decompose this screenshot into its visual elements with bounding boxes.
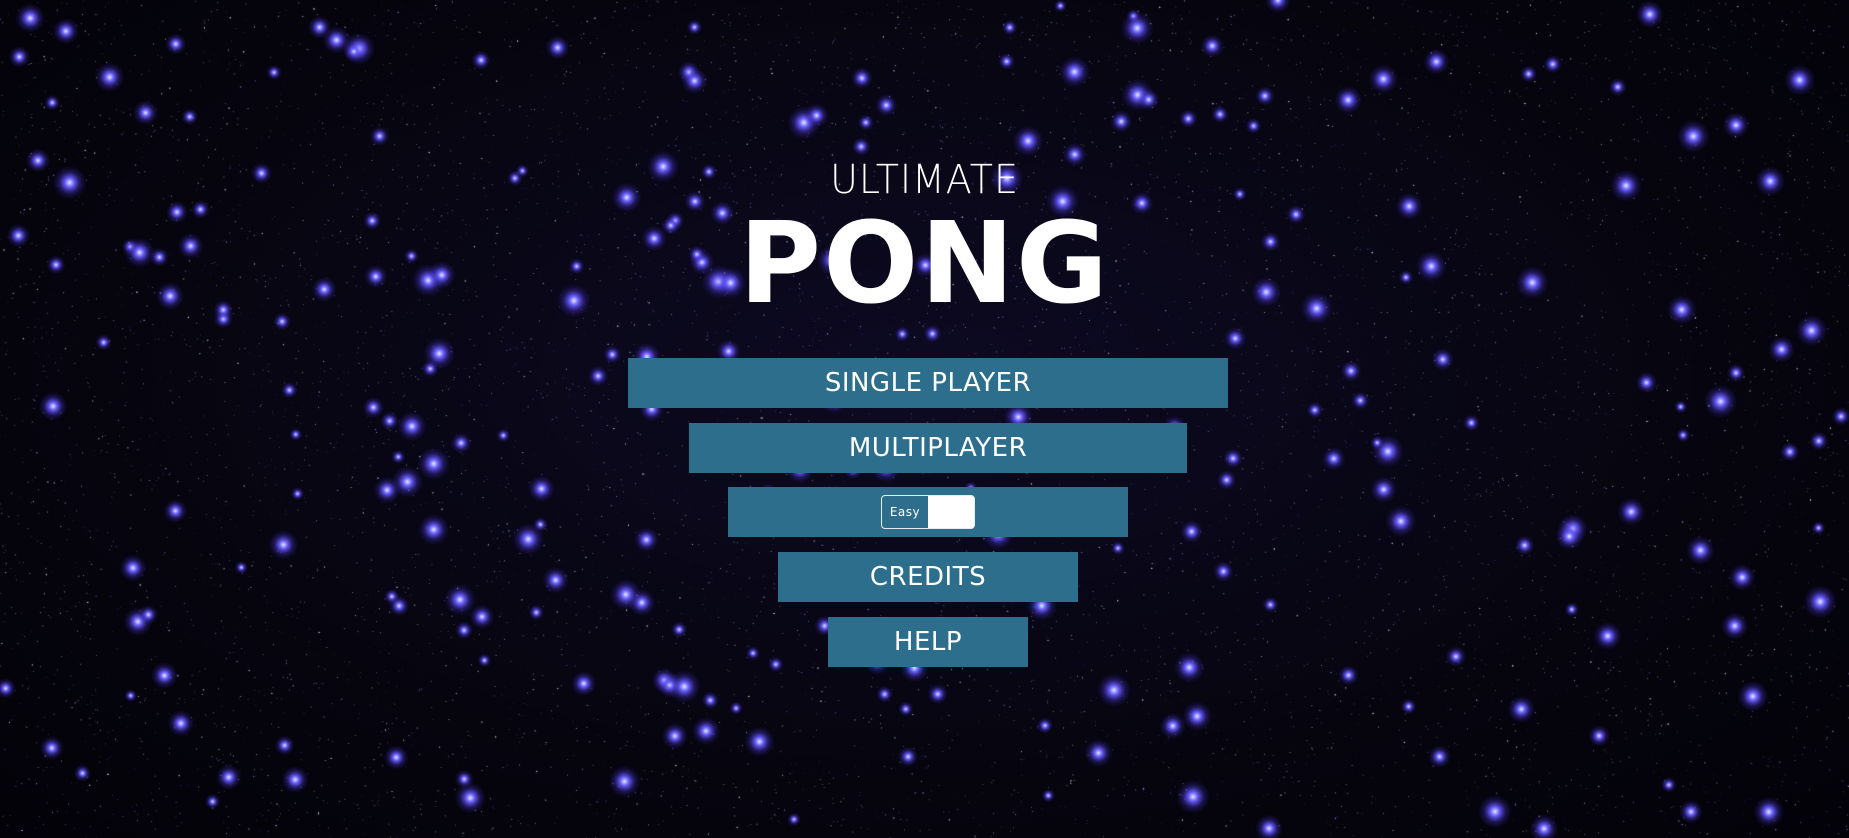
logo-pong: PONG xyxy=(739,199,1110,329)
difficulty-label: Easy xyxy=(889,505,921,519)
difficulty-panel: Easy xyxy=(728,487,1128,537)
logo-ultimate: ULTIMATE xyxy=(830,157,1019,203)
toggle-knob[interactable] xyxy=(928,496,974,528)
single-player-button[interactable]: SINGLE PLAYER xyxy=(628,358,1228,408)
multiplayer-button[interactable]: MULTIPLAYER xyxy=(689,423,1187,473)
help-button[interactable]: HELP xyxy=(828,617,1028,667)
difficulty-toggle[interactable]: Easy xyxy=(881,495,975,529)
starfield-background xyxy=(0,0,1849,838)
game-menu-screen: ULTIMATE PONG SINGLE PLAYER MULTIPLAYER … xyxy=(0,0,1849,838)
credits-button[interactable]: CREDITS xyxy=(778,552,1078,602)
